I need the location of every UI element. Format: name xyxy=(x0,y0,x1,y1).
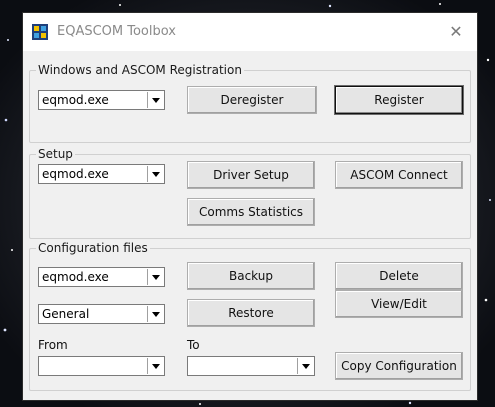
chevron-down-icon[interactable] xyxy=(147,269,163,285)
config-section-select[interactable]: General xyxy=(38,304,165,324)
setup-driver-value: eqmod.exe xyxy=(42,167,109,181)
from-label: From xyxy=(38,338,68,352)
from-select[interactable] xyxy=(38,356,165,376)
registration-driver-value: eqmod.exe xyxy=(42,93,109,107)
setup-driver-select[interactable]: eqmod.exe xyxy=(38,164,165,184)
setup-legend: Setup xyxy=(38,147,73,161)
ascom-connect-button[interactable]: ASCOM Connect xyxy=(335,161,463,189)
chevron-down-icon[interactable] xyxy=(147,166,163,182)
view-edit-button[interactable]: View/Edit xyxy=(335,290,463,318)
delete-button[interactable]: Delete xyxy=(335,262,463,290)
chevron-down-icon[interactable] xyxy=(297,358,313,374)
registration-legend: Windows and ASCOM Registration xyxy=(38,63,242,77)
deregister-button[interactable]: Deregister xyxy=(187,86,317,114)
title-bar[interactable]: EQASCOM Toolbox ✕ xyxy=(23,13,477,51)
configuration-legend: Configuration files xyxy=(38,241,148,255)
to-label: To xyxy=(187,338,200,352)
register-button[interactable]: Register xyxy=(335,86,463,114)
app-icon xyxy=(32,24,48,40)
config-section-value: General xyxy=(42,307,90,321)
config-driver-select[interactable]: eqmod.exe xyxy=(38,267,165,287)
window-title: EQASCOM Toolbox xyxy=(57,24,176,39)
chevron-down-icon[interactable] xyxy=(147,358,163,374)
config-driver-value: eqmod.exe xyxy=(42,270,109,284)
to-select[interactable] xyxy=(187,356,315,376)
restore-button[interactable]: Restore xyxy=(187,299,315,327)
toolbox-window: EQASCOM Toolbox ✕ Windows and ASCOM Regi… xyxy=(22,12,478,401)
copy-configuration-button[interactable]: Copy Configuration xyxy=(335,352,463,380)
chevron-down-icon[interactable] xyxy=(147,92,163,108)
comms-statistics-button[interactable]: Comms Statistics xyxy=(187,198,315,226)
close-icon[interactable]: ✕ xyxy=(443,19,469,45)
backup-button[interactable]: Backup xyxy=(187,262,315,290)
driver-setup-button[interactable]: Driver Setup xyxy=(187,161,315,189)
chevron-down-icon[interactable] xyxy=(147,306,163,322)
registration-driver-select[interactable]: eqmod.exe xyxy=(38,90,165,110)
